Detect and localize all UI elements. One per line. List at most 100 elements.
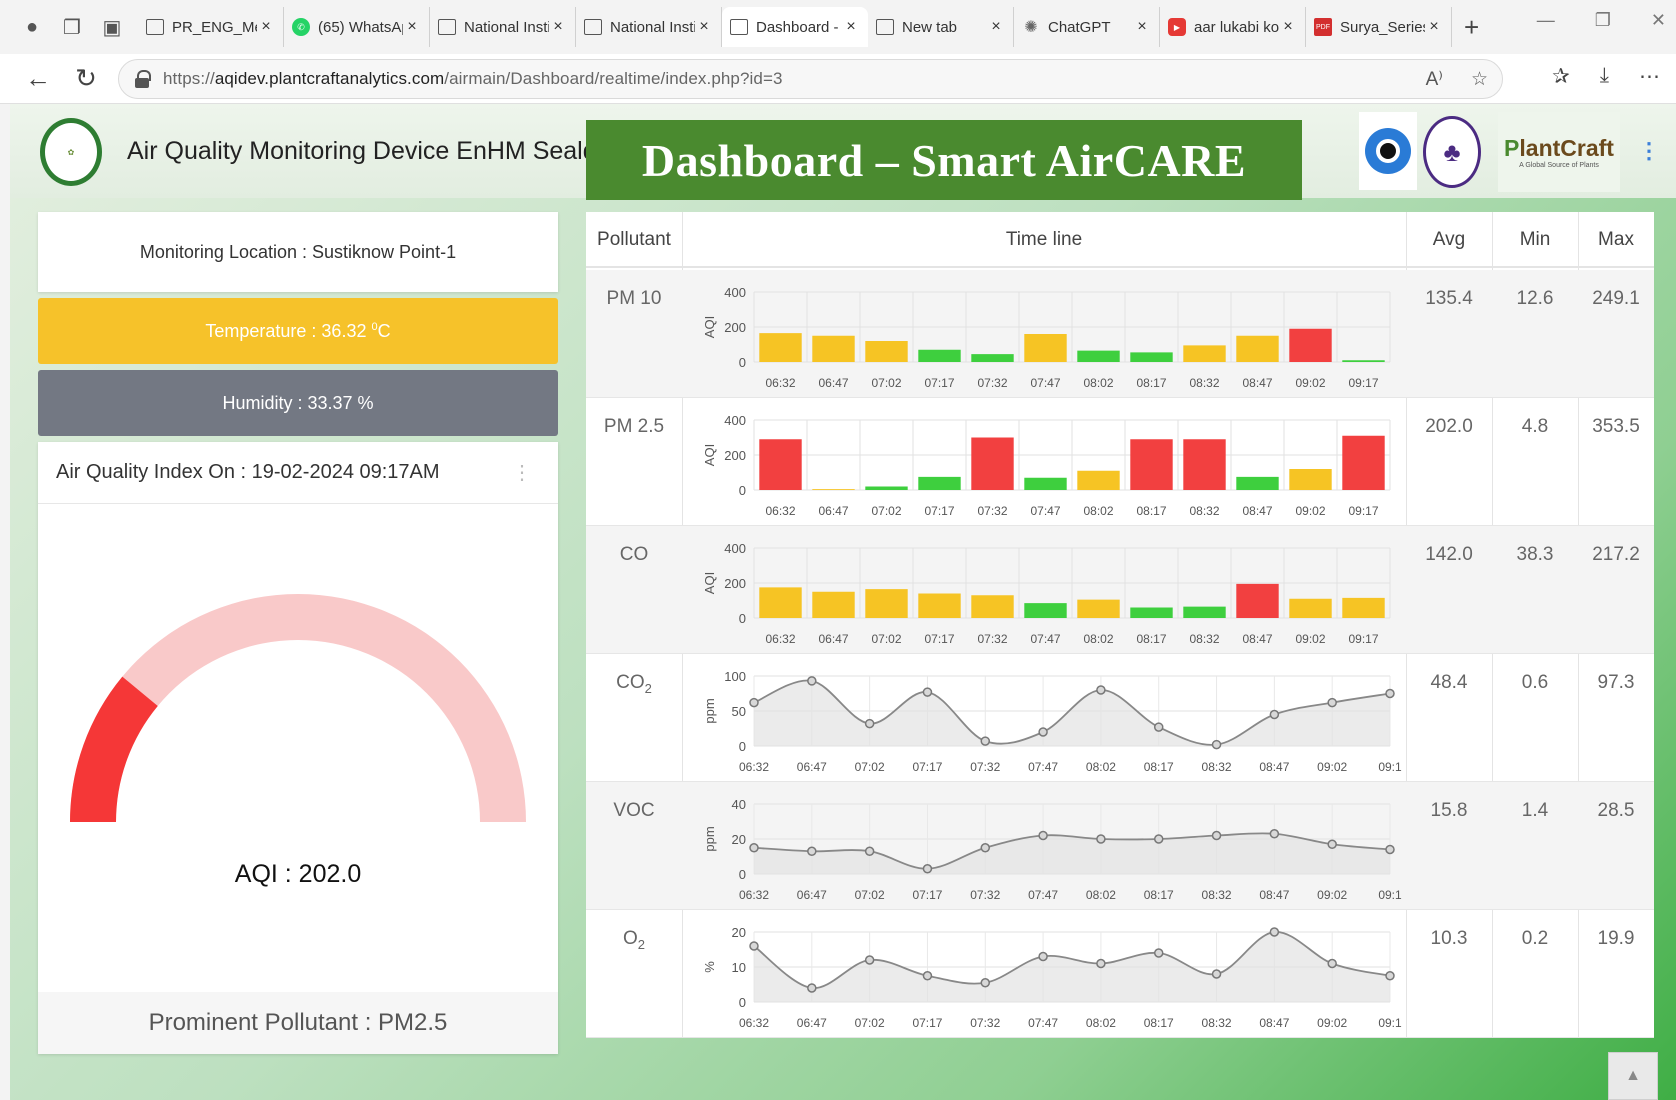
bar[interactable] bbox=[1024, 334, 1067, 362]
data-point[interactable] bbox=[1385, 844, 1395, 855]
tab-close-icon[interactable]: × bbox=[403, 18, 421, 36]
bar[interactable] bbox=[1236, 476, 1279, 490]
data-point[interactable] bbox=[1211, 739, 1222, 750]
bar[interactable] bbox=[865, 341, 908, 362]
data-point[interactable] bbox=[922, 971, 933, 981]
bar[interactable] bbox=[1130, 607, 1173, 619]
data-point[interactable] bbox=[980, 736, 991, 746]
bar[interactable] bbox=[971, 437, 1014, 491]
tab-close-icon[interactable]: × bbox=[842, 18, 860, 36]
bar[interactable] bbox=[1077, 470, 1120, 490]
bar[interactable] bbox=[1236, 335, 1279, 362]
bar[interactable] bbox=[759, 439, 802, 490]
favorites-icon[interactable]: ✰ bbox=[1552, 64, 1570, 89]
bar[interactable] bbox=[1183, 439, 1226, 490]
data-point[interactable] bbox=[864, 955, 875, 965]
lock-icon[interactable] bbox=[135, 70, 151, 88]
bar[interactable] bbox=[1289, 598, 1332, 618]
reload-button[interactable]: ↻ bbox=[62, 59, 110, 99]
browser-tab[interactable]: New tab × bbox=[868, 7, 1014, 47]
header-menu-icon[interactable]: ⋮ bbox=[1638, 138, 1660, 164]
data-point[interactable] bbox=[1153, 834, 1164, 844]
data-point[interactable] bbox=[1327, 958, 1337, 969]
data-point[interactable] bbox=[864, 718, 875, 729]
tab-close-icon[interactable]: × bbox=[1279, 18, 1297, 36]
bar[interactable] bbox=[1130, 352, 1173, 362]
more-menu-icon[interactable]: ⋯ bbox=[1639, 64, 1660, 89]
bar[interactable] bbox=[1289, 469, 1332, 490]
data-point[interactable] bbox=[807, 983, 817, 993]
bar[interactable] bbox=[918, 349, 961, 362]
data-point[interactable] bbox=[1211, 830, 1222, 841]
browser-tab[interactable]: ▶ aar lukabi ko × bbox=[1160, 7, 1306, 47]
minimize-icon[interactable]: — bbox=[1537, 10, 1555, 31]
bar[interactable] bbox=[1342, 597, 1385, 618]
data-point[interactable] bbox=[1153, 948, 1164, 958]
data-point[interactable] bbox=[922, 864, 933, 874]
browser-tab[interactable]: PR_ENG_Mel × bbox=[138, 7, 284, 47]
tab-close-icon[interactable]: × bbox=[257, 18, 275, 36]
read-aloud-icon[interactable]: A⁾ bbox=[1426, 68, 1443, 91]
data-point[interactable] bbox=[1153, 722, 1164, 732]
data-point[interactable] bbox=[1327, 697, 1337, 708]
bar[interactable] bbox=[971, 354, 1014, 362]
restore-icon[interactable]: ❐ bbox=[1595, 10, 1611, 31]
data-point[interactable] bbox=[1038, 951, 1048, 962]
bar[interactable] bbox=[1236, 583, 1279, 618]
bar[interactable] bbox=[1289, 328, 1332, 362]
bar[interactable] bbox=[971, 595, 1014, 618]
browser-tab[interactable]: National Insti × bbox=[430, 7, 576, 47]
data-point[interactable] bbox=[749, 941, 759, 951]
data-point[interactable] bbox=[1269, 709, 1280, 720]
new-tab-button[interactable]: + bbox=[1464, 12, 1479, 43]
browser-tab[interactable]: ✆ (65) WhatsAp × bbox=[284, 7, 430, 47]
bar[interactable] bbox=[759, 333, 802, 362]
data-point[interactable] bbox=[1096, 834, 1106, 844]
bar[interactable] bbox=[1183, 606, 1226, 618]
close-window-icon[interactable]: ✕ bbox=[1651, 10, 1666, 31]
bar[interactable] bbox=[759, 587, 802, 618]
data-point[interactable] bbox=[1038, 830, 1048, 841]
scroll-to-top-button[interactable]: ▲ bbox=[1608, 1052, 1658, 1100]
browser-tab[interactable]: PDF Surya_Series_× bbox=[1306, 7, 1452, 47]
tab-close-icon[interactable]: × bbox=[1425, 18, 1443, 36]
bar[interactable] bbox=[1183, 345, 1226, 362]
bar[interactable] bbox=[812, 489, 855, 490]
bar[interactable] bbox=[812, 335, 855, 362]
browser-tab[interactable]: National Insti × bbox=[576, 7, 722, 47]
data-point[interactable] bbox=[1038, 727, 1048, 737]
bar[interactable] bbox=[1077, 599, 1120, 618]
tab-close-icon[interactable]: × bbox=[695, 18, 713, 36]
data-point[interactable] bbox=[807, 846, 817, 856]
data-point[interactable] bbox=[1096, 685, 1106, 695]
bar[interactable] bbox=[865, 486, 908, 491]
browser-tab[interactable]: ✺ ChatGPT × bbox=[1014, 7, 1160, 47]
data-point[interactable] bbox=[1327, 839, 1337, 849]
tab-close-icon[interactable]: × bbox=[987, 18, 1005, 36]
favorite-star-icon[interactable]: ☆ bbox=[1471, 68, 1488, 91]
data-point[interactable] bbox=[1385, 971, 1395, 981]
tab-close-icon[interactable]: × bbox=[1133, 18, 1151, 36]
profile-icon[interactable]: ● bbox=[12, 7, 52, 47]
back-button[interactable]: ← bbox=[14, 59, 62, 99]
data-point[interactable] bbox=[749, 697, 759, 708]
tab-close-icon[interactable]: × bbox=[549, 18, 567, 36]
bar[interactable] bbox=[812, 591, 855, 618]
data-point[interactable] bbox=[1269, 829, 1280, 839]
bar[interactable] bbox=[1077, 350, 1120, 362]
bar[interactable] bbox=[1024, 477, 1067, 490]
bar[interactable] bbox=[1024, 603, 1067, 618]
data-point[interactable] bbox=[807, 676, 817, 686]
bar[interactable] bbox=[1130, 439, 1173, 490]
aqi-menu-icon[interactable]: ⋮ bbox=[512, 460, 532, 485]
data-point[interactable] bbox=[1269, 927, 1280, 937]
collections-icon[interactable]: ❐ bbox=[52, 7, 92, 47]
downloads-icon[interactable]: ⤓ bbox=[1600, 64, 1609, 89]
data-point[interactable] bbox=[1096, 958, 1106, 969]
url-field[interactable]: https://aqidev.plantcraftanalytics.com/a… bbox=[118, 59, 1503, 99]
data-point[interactable] bbox=[1385, 688, 1395, 699]
browser-tab[interactable]: Dashboard - × bbox=[722, 7, 868, 47]
data-point[interactable] bbox=[922, 687, 933, 697]
bar[interactable] bbox=[865, 589, 908, 618]
bar[interactable] bbox=[1342, 435, 1385, 490]
